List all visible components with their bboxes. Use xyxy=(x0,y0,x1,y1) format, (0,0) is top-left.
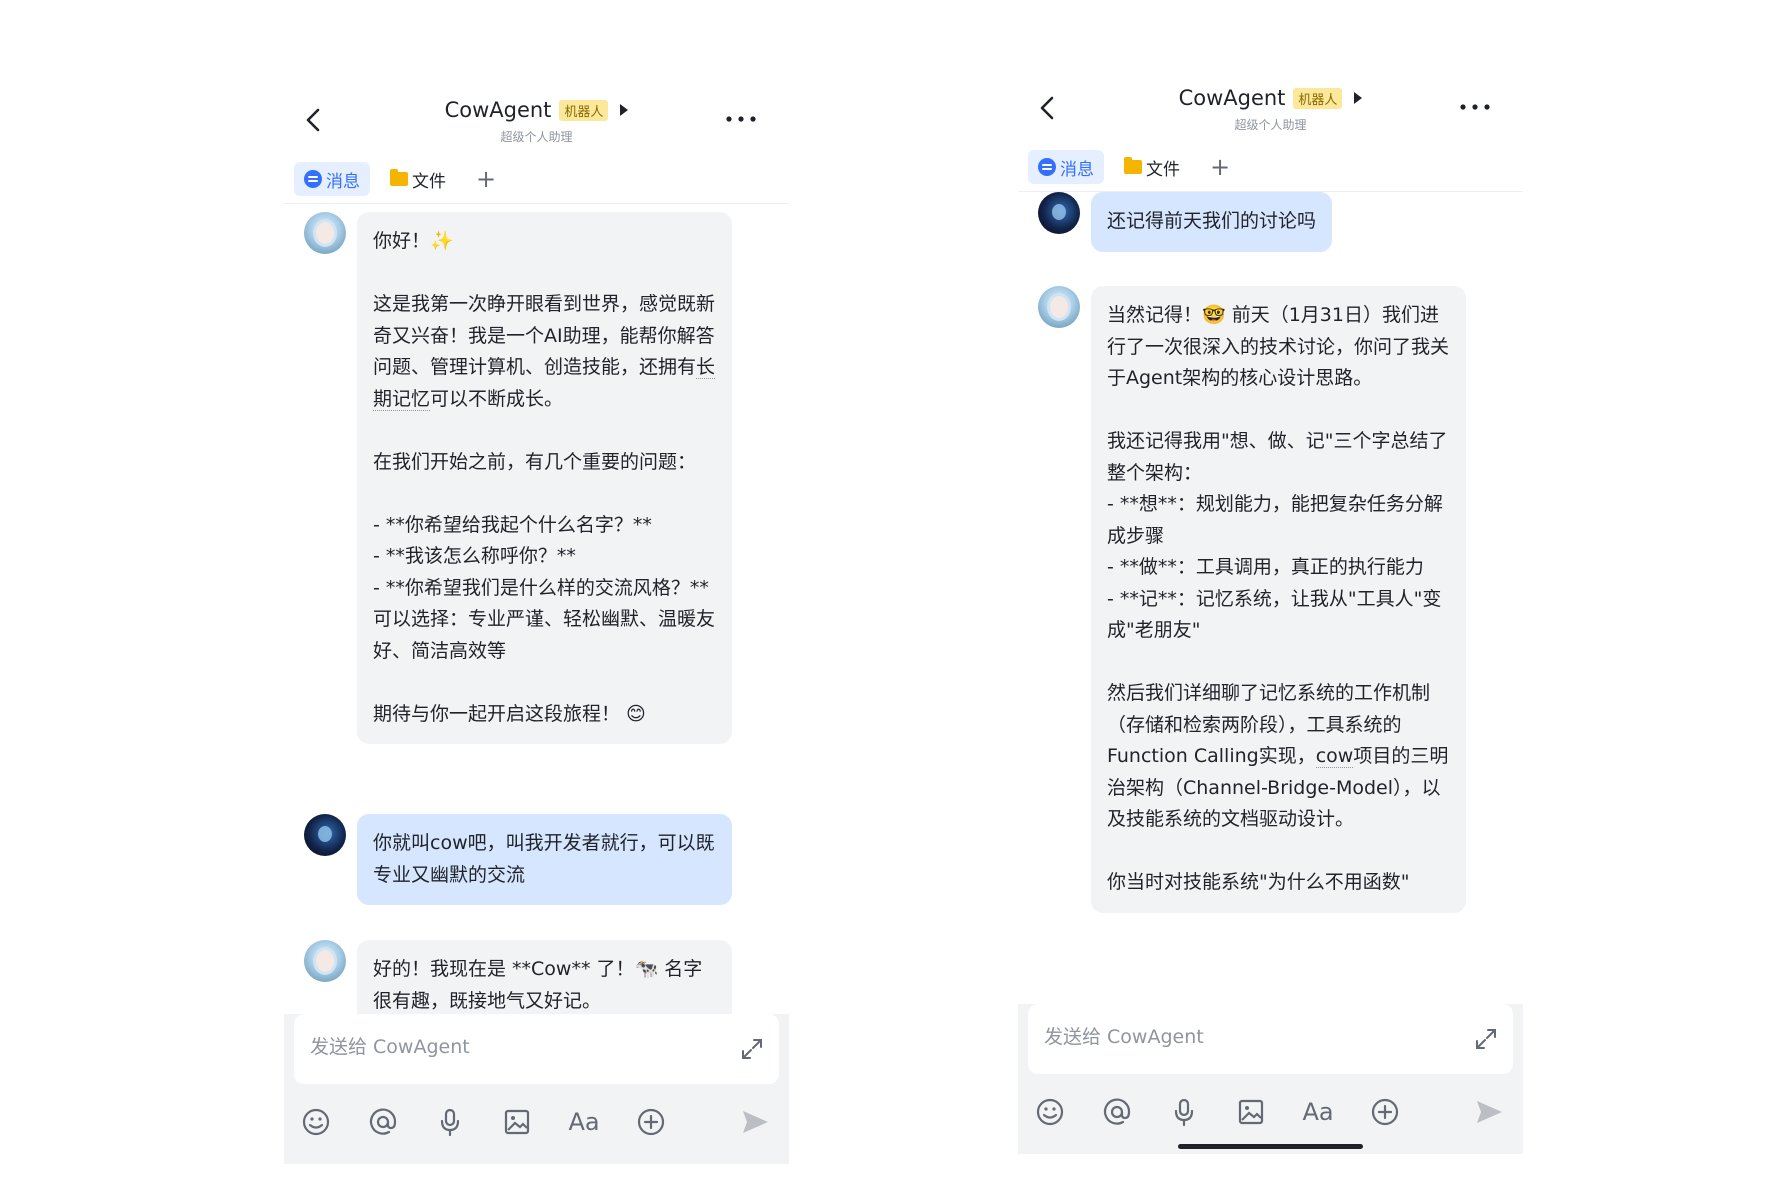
tab-label: 消息 xyxy=(1060,159,1094,180)
chat-screen-left: CowAgent 机器人 超级个人助理 消息 文件 + 你好！✨ 这是我第一次睁… xyxy=(284,54,789,1064)
tab-files[interactable]: 文件 xyxy=(1114,150,1190,184)
chat-subtitle: 超级个人助理 xyxy=(500,130,573,144)
message-bubble[interactable]: 你好！✨ 这是我第一次睁开眼看到世界，感觉既新奇又兴奋！我是一个AI助理，能帮你… xyxy=(357,212,732,744)
tab-label: 文件 xyxy=(1146,159,1180,180)
message-bubble[interactable]: 还记得前天我们的讨论吗 xyxy=(1091,192,1333,252)
mention-icon[interactable] xyxy=(367,1106,399,1138)
image-icon[interactable] xyxy=(1235,1096,1267,1128)
message-list[interactable]: 还记得前天我们的讨论吗 当然记得！🤓 前天（1月31日）我们进行了一次很深入的技… xyxy=(1018,192,1523,1004)
tab-messages[interactable]: 消息 xyxy=(1028,150,1104,184)
expand-icon[interactable] xyxy=(739,1036,765,1062)
message-icon xyxy=(1038,158,1056,176)
folder-icon xyxy=(390,169,408,186)
send-icon[interactable] xyxy=(739,1106,771,1138)
user-avatar[interactable] xyxy=(1038,192,1080,234)
text-format-icon[interactable]: Aa xyxy=(1302,1096,1334,1128)
chat-title: CowAgent xyxy=(1178,86,1286,110)
input-container[interactable] xyxy=(1028,1004,1513,1074)
composer-toolbar: Aa xyxy=(284,1092,789,1152)
tab-files[interactable]: 文件 xyxy=(380,162,456,196)
tab-label: 消息 xyxy=(326,171,360,192)
message-bubble[interactable]: 当然记得！🤓 前天（1月31日）我们进行了一次很深入的技术讨论，你问了我关于Ag… xyxy=(1091,286,1466,913)
bot-avatar[interactable] xyxy=(304,940,346,982)
chat-header: CowAgent 机器人 超级个人助理 xyxy=(1018,42,1523,142)
home-indicator xyxy=(1178,1144,1363,1149)
mention-icon[interactable] xyxy=(1101,1096,1133,1128)
bot-avatar[interactable] xyxy=(304,212,346,254)
caret-right-icon xyxy=(1354,92,1363,104)
microphone-icon[interactable] xyxy=(434,1106,466,1138)
bot-avatar[interactable] xyxy=(1038,286,1080,328)
message-text: 可以不断成长。 在我们开始之前，有几个重要的问题： - **你希望给我起个什么名… xyxy=(373,387,716,725)
folder-icon xyxy=(1124,157,1142,174)
chat-title: CowAgent xyxy=(444,98,552,122)
microphone-icon[interactable] xyxy=(1168,1096,1200,1128)
more-options-button[interactable] xyxy=(723,109,759,129)
bot-badge: 机器人 xyxy=(559,99,609,121)
tab-label: 文件 xyxy=(412,171,446,192)
add-tab-button[interactable]: + xyxy=(1200,150,1240,184)
more-options-button[interactable] xyxy=(1457,97,1493,117)
chat-title-area[interactable]: CowAgent 机器人 超级个人助理 xyxy=(1018,86,1523,133)
message-input[interactable] xyxy=(1044,1026,1444,1048)
message-input[interactable] xyxy=(310,1036,710,1058)
chat-tabs: 消息 文件 + xyxy=(1028,150,1240,184)
expand-icon[interactable] xyxy=(1473,1026,1499,1052)
input-bar-right: Aa xyxy=(1018,1004,1523,1154)
add-circle-icon[interactable] xyxy=(1369,1096,1401,1128)
chat-screen-right: CowAgent 机器人 超级个人助理 消息 文件 + 还记得前天我们的讨论吗 … xyxy=(1018,42,1523,1052)
chat-title-area[interactable]: CowAgent 机器人 超级个人助理 xyxy=(284,98,789,145)
text-format-icon[interactable]: Aa xyxy=(568,1106,600,1138)
bot-badge: 机器人 xyxy=(1293,87,1343,109)
chat-tabs: 消息 文件 + xyxy=(294,162,506,196)
chat-header: CowAgent 机器人 超级个人助理 xyxy=(284,54,789,154)
chat-subtitle: 超级个人助理 xyxy=(1234,118,1307,132)
emoji-icon[interactable] xyxy=(300,1106,332,1138)
message-list[interactable]: 你好！✨ 这是我第一次睁开眼看到世界，感觉既新奇又兴奋！我是一个AI助理，能帮你… xyxy=(284,204,789,1064)
message-text: 你好！✨ 这是我第一次睁开眼看到世界，感觉既新奇又兴奋！我是一个AI助理，能帮你… xyxy=(373,230,716,378)
input-container[interactable] xyxy=(294,1014,779,1084)
message-icon xyxy=(304,170,322,188)
caret-right-icon xyxy=(620,104,629,116)
message-text: 项目的三明治架构（Channel-Bridge-Model），以及技能系统的文档… xyxy=(1107,745,1449,893)
project-link[interactable]: cow xyxy=(1315,745,1354,768)
tab-messages[interactable]: 消息 xyxy=(294,162,370,196)
add-tab-button[interactable]: + xyxy=(466,162,506,196)
user-avatar[interactable] xyxy=(304,814,346,856)
send-icon[interactable] xyxy=(1473,1096,1505,1128)
message-bubble[interactable]: 你就叫cow吧，叫我开发者就行，可以既专业又幽默的交流 xyxy=(357,814,732,905)
image-icon[interactable] xyxy=(501,1106,533,1138)
composer-toolbar: Aa xyxy=(1018,1082,1523,1142)
message-text: 当然记得！🤓 前天（1月31日）我们进行了一次很深入的技术讨论，你问了我关于Ag… xyxy=(1107,304,1450,767)
emoji-icon[interactable] xyxy=(1034,1096,1066,1128)
add-circle-icon[interactable] xyxy=(635,1106,667,1138)
input-bar-left: Aa xyxy=(284,1014,789,1164)
